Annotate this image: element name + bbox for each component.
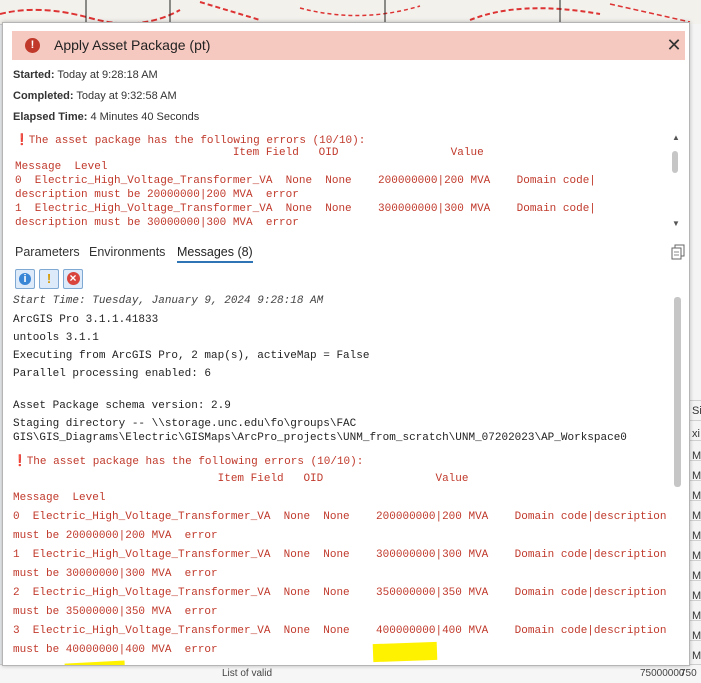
error-header: Message Level [15,161,108,173]
bg-bottom-value: 750 [680,668,697,679]
geoprocessing-dialog: ! Apply Asset Package (pt) ✕ Started: To… [2,22,690,666]
messages-error-row: 2 Electric_High_Voltage_Transformer_VA N… [13,587,667,599]
started-label: Started: [13,69,55,81]
error-summary-box[interactable]: ❗The asset package has the following err… [13,131,685,231]
bg-cell: M [692,450,701,462]
message-line: Staging directory -- \\storage.unc.edu\f… [13,418,357,430]
error-heading-row: ❗The asset package has the following err… [15,133,365,147]
completed-label: Completed: [13,90,74,102]
messages-error-header: Item Field OID Value [13,473,469,485]
error-header: Item Field OID Value [15,147,484,159]
background-table-panel [690,24,701,682]
message-line: Parallel processing enabled: 6 [13,368,212,380]
error-circle-icon: ❗ [13,456,27,468]
error-row: description must be 20000000|200 MVA err… [15,189,299,201]
tab-messages[interactable]: Messages (8) [177,245,253,263]
error-icon: ! [25,38,40,53]
error-row: 1 Electric_High_Voltage_Transformer_VA N… [15,203,596,215]
warning-filter-button[interactable]: ! [39,269,59,289]
error-filter-button[interactable]: × [63,269,83,289]
bg-bottom-label: List of valid [222,668,273,679]
warning-icon: ! [46,271,52,286]
bg-cell: M [692,570,701,582]
tab-environments[interactable]: Environments [89,245,165,259]
close-button[interactable]: ✕ [664,35,684,55]
bg-cell: M [692,510,701,522]
bg-cell: Si [692,405,701,417]
messages-panel[interactable]: Start Time: Tuesday, January 9, 2024 9:2… [13,293,673,665]
bg-cell: M [692,630,701,642]
message-line: Executing from ArcGIS Pro, 2 map(s), act… [13,350,370,362]
messages-error-row: must be 20000000|200 MVA error [13,530,218,542]
highlight-mark [64,660,126,665]
messages-error-row: must be 40000000|400 MVA error [13,644,218,656]
messages-error-row: 1 Electric_High_Voltage_Transformer_VA N… [13,549,667,561]
message-line: GIS\GIS_Diagrams\Electric\GISMaps\ArcPro… [13,432,627,444]
messages-error-header: Message Level [13,492,106,504]
bg-cell: M [692,550,701,562]
error-filter-icon: × [66,272,80,285]
bg-cell: M [692,530,701,542]
dialog-title: Apply Asset Package (pt) [54,37,211,53]
elapsed-row: Elapsed Time: 4 Minutes 40 Seconds [13,111,199,123]
scroll-thumb[interactable] [672,151,678,173]
scroll-down-icon[interactable]: ▼ [672,219,680,228]
bg-cell: M [692,650,701,662]
started-value: Today at 9:28:18 AM [57,69,158,81]
bg-cell: M [692,490,701,502]
error-heading: The asset package has the following erro… [28,135,366,147]
error-row: description must be 30000000|300 MVA err… [15,217,299,229]
message-line: ArcGIS Pro 3.1.1.41833 [13,314,159,326]
tab-parameters[interactable]: Parameters [15,245,80,259]
bg-bottom-value: 75000000 [640,668,685,679]
title-bar: ! Apply Asset Package (pt) ✕ [12,31,685,60]
error-row: 0 Electric_High_Voltage_Transformer_VA N… [15,175,596,187]
messages-error-heading-row: ❗The asset package has the following err… [13,454,363,468]
messages-error-row: must be 30000000|300 MVA error [13,568,218,580]
highlight-mark [372,641,438,663]
info-filter-button[interactable]: i [15,269,35,289]
scroll-up-icon[interactable]: ▲ [672,133,680,142]
started-row: Started: Today at 9:28:18 AM [13,69,158,81]
error-box-scrollbar[interactable]: ▲ ▼ [669,133,681,231]
completed-value: Today at 9:32:58 AM [76,90,177,102]
bg-cell: M [692,610,701,622]
elapsed-value: 4 Minutes 40 Seconds [90,111,200,123]
start-time: Start Time: Tuesday, January 9, 2024 9:2… [13,295,324,307]
error-circle-icon: ❗ [15,135,29,147]
copy-icon[interactable] [671,244,685,260]
messages-error-row: must be 35000000|350 MVA error [13,606,218,618]
completed-row: Completed: Today at 9:32:58 AM [13,90,177,102]
messages-error-row: 3 Electric_High_Voltage_Transformer_VA N… [13,625,667,637]
background-bottom-strip [0,664,701,683]
map-lines [0,0,691,24]
messages-error-heading: The asset package has the following erro… [26,456,364,468]
elapsed-label: Elapsed Time: [13,111,88,123]
message-line: Asset Package schema version: 2.9 [13,400,231,412]
messages-error-row: 0 Electric_High_Voltage_Transformer_VA N… [13,511,667,523]
bg-cell: xi [692,428,700,440]
messages-scrollbar[interactable] [671,295,683,661]
scroll-thumb[interactable] [674,297,681,487]
message-line: untools 3.1.1 [13,332,99,344]
bg-cell: M [692,470,701,482]
info-icon: i [19,273,31,285]
bg-cell: M [692,590,701,602]
